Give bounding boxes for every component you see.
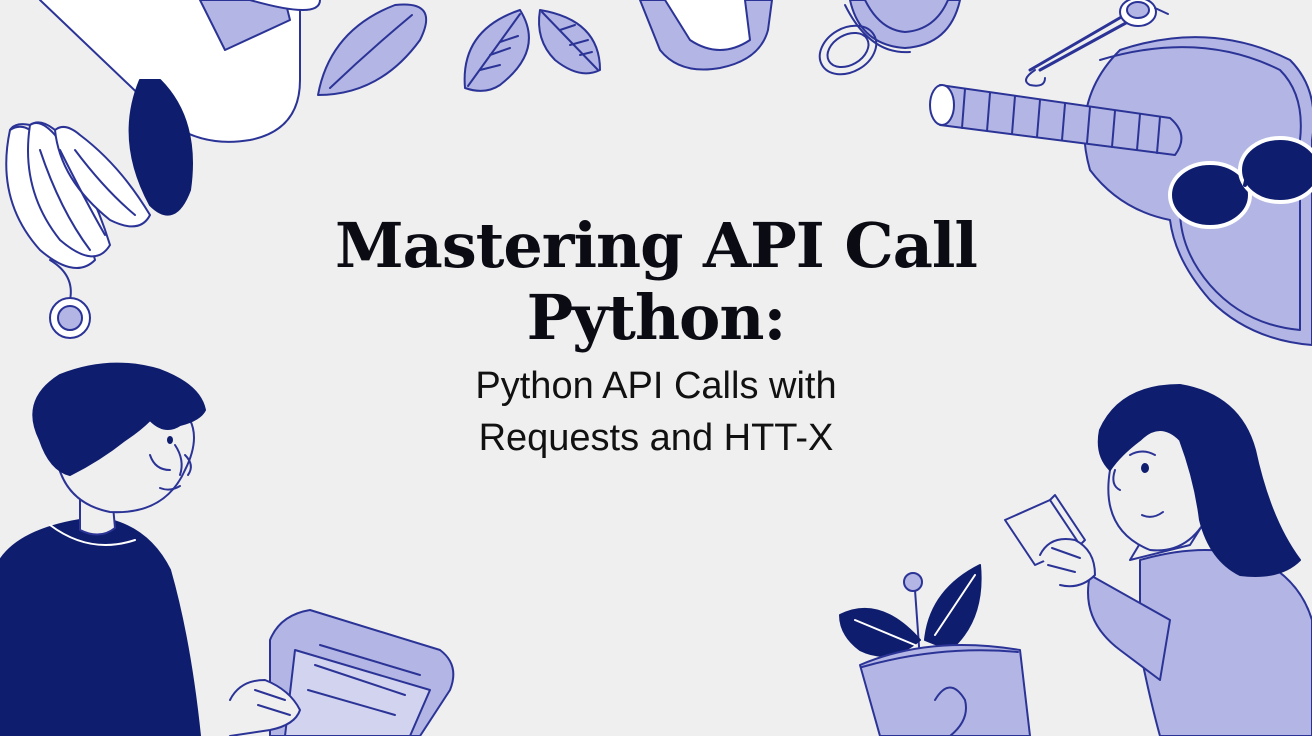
- potted-plant-icon: [839, 564, 1031, 736]
- subtitle-line-2: Requests and HTT-X: [478, 417, 834, 459]
- teacup-icon: [818, 0, 961, 76]
- subtitle-line-1: Python API Calls with: [475, 365, 837, 407]
- sunglasses-head-icon: [1083, 36, 1312, 346]
- banana-bunch-icon: [5, 121, 151, 269]
- page-title-line-2: Python:: [526, 281, 787, 354]
- headline: Mastering API Call Python: Python API Ca…: [256, 210, 1056, 464]
- subtitle: Python API Calls with Requests and HTT-X: [256, 360, 1056, 464]
- oval-leaf-icon: [317, 3, 428, 96]
- pendulum-ball-icon: [49, 259, 91, 339]
- mug-icon: [639, 0, 773, 71]
- leaf-pair-icon: [463, 9, 601, 92]
- hero-banner: Mastering API Call Python: Python API Ca…: [0, 0, 1312, 736]
- page-title-line-1: Mastering API Call: [335, 209, 978, 282]
